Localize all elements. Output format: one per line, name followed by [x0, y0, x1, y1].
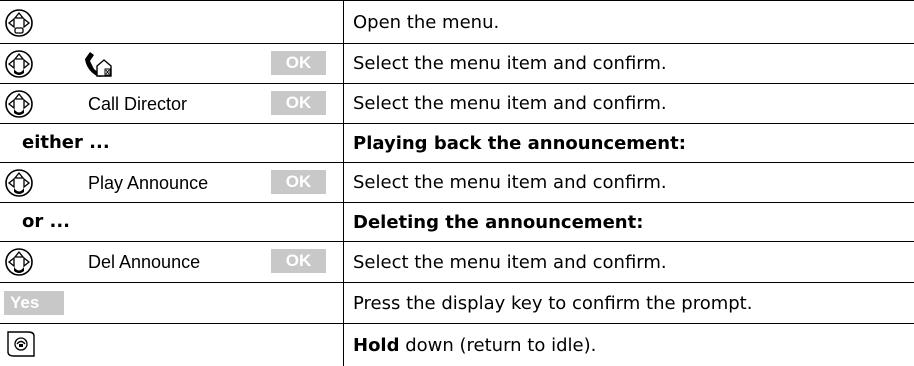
menu-item-label: Del Announce: [88, 252, 201, 272]
end-call-key-icon: [7, 331, 35, 357]
answer-machine-icon: [85, 52, 112, 77]
description-emphasis: Hold: [353, 334, 400, 356]
action-cell: [0, 324, 343, 366]
table-row: OK Select the menu item and confirm.: [0, 44, 914, 84]
description-cell: Hold down (return to idle).: [353, 324, 906, 366]
action-cell: Del Announce OK: [0, 242, 343, 282]
action-cell: [0, 1, 343, 43]
menu-item-label: Play Announce: [88, 173, 209, 193]
description-cell: Select the menu item and confirm.: [353, 172, 667, 193]
instruction-table: Open the menu. OK Select the menu item a…: [0, 0, 914, 366]
description-cell: Open the menu.: [353, 11, 500, 33]
action-cell: Play Announce OK: [0, 163, 343, 202]
action-cell: either ...: [0, 124, 343, 162]
table-row: Hold down (return to idle).: [0, 324, 914, 366]
action-cell: Yes: [0, 283, 343, 323]
action-cell: Call Director OK: [0, 84, 343, 123]
action-cell: or ...: [0, 203, 343, 241]
navigation-key-icon: [5, 169, 33, 197]
navigation-key-icon: [5, 90, 33, 118]
ok-button[interactable]: OK: [271, 249, 326, 273]
table-row: Yes Press the display key to confirm the…: [0, 283, 914, 324]
action-cell: OK: [0, 44, 343, 83]
description-cell: Select the menu item and confirm.: [353, 93, 667, 114]
column-divider: [343, 0, 344, 366]
section-label: either ...: [22, 132, 110, 153]
yes-button[interactable]: Yes: [4, 291, 64, 315]
ok-button[interactable]: OK: [271, 51, 326, 75]
table-row: Call Director OK Select the menu item an…: [0, 84, 914, 124]
table-row: Open the menu.: [0, 0, 914, 44]
description-text: down (return to idle).: [399, 334, 597, 356]
section-heading: Playing back the announcement:: [353, 132, 686, 154]
ok-button[interactable]: OK: [271, 170, 326, 194]
table-row: either ... Playing back the announcement…: [0, 124, 914, 163]
section-label: or ...: [22, 211, 71, 232]
navigation-key-icon: [5, 9, 33, 37]
table-row: or ... Deleting the announcement:: [0, 203, 914, 242]
navigation-key-icon: [5, 50, 33, 78]
section-heading: Deleting the announcement:: [353, 211, 644, 233]
table-row: Play Announce OK Select the menu item an…: [0, 163, 914, 203]
navigation-key-icon: [5, 248, 33, 276]
description-cell: Select the menu item and confirm.: [353, 251, 667, 273]
ok-button[interactable]: OK: [271, 91, 326, 115]
menu-item-label: Call Director: [88, 94, 188, 114]
description-cell: Press the display key to confirm the pro…: [353, 292, 753, 314]
table-row: Del Announce OK Select the menu item and…: [0, 242, 914, 283]
description-cell: Select the menu item and confirm.: [353, 53, 667, 74]
